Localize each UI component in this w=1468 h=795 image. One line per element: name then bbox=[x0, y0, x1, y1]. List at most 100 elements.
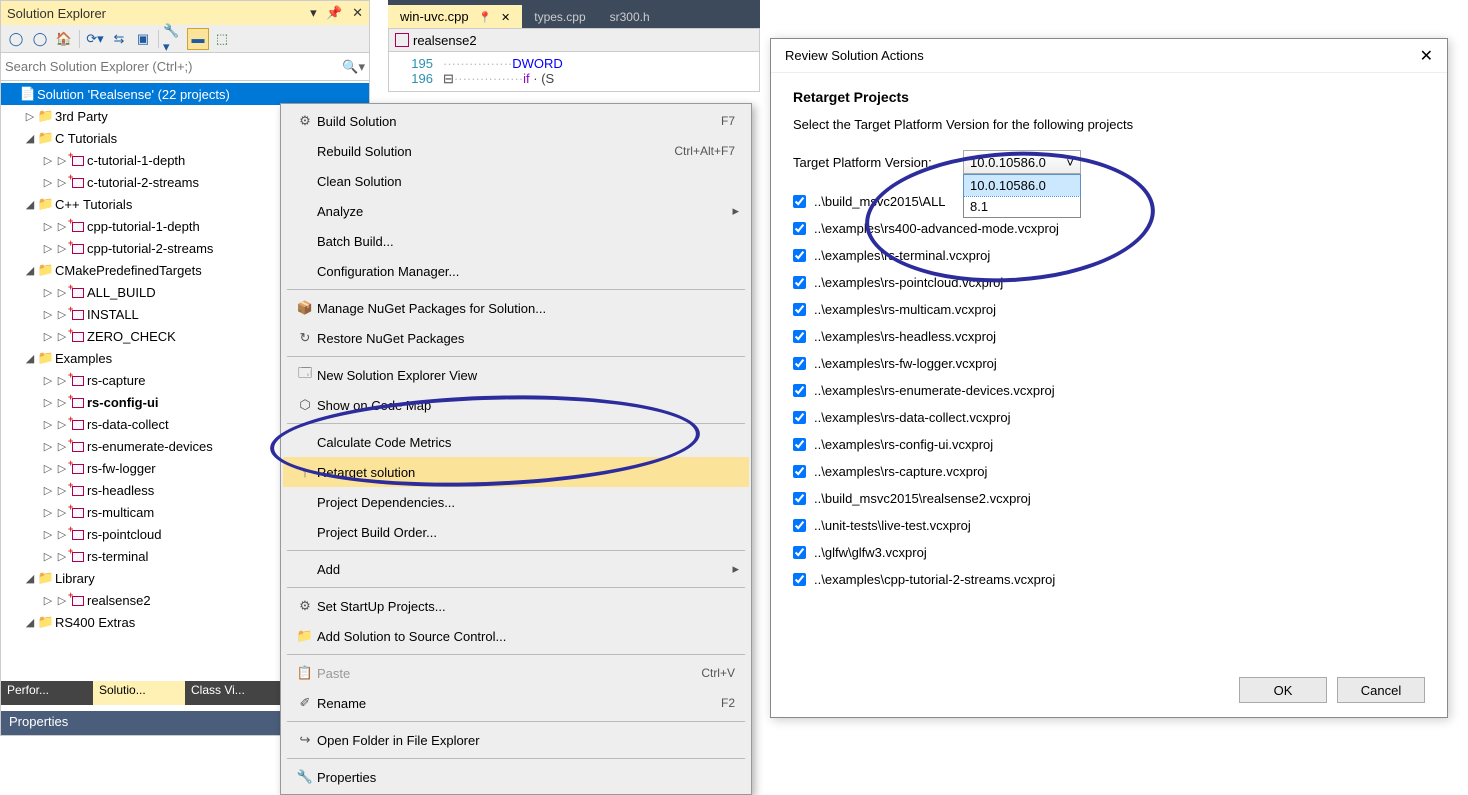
tpv-option[interactable]: 10.0.10586.0 bbox=[964, 175, 1080, 196]
expander-icon[interactable]: ▷ bbox=[41, 176, 55, 189]
project-checkbox[interactable] bbox=[793, 276, 806, 289]
head-expander[interactable]: ▷ bbox=[55, 506, 69, 519]
editor-tab-types[interactable]: types.cpp bbox=[522, 6, 597, 28]
tpv-select[interactable]: 10.0.10586.0 ˅ bbox=[963, 150, 1081, 174]
search-input[interactable] bbox=[5, 59, 342, 74]
menu-item[interactable]: ↑Retarget solution bbox=[283, 457, 749, 487]
expander-icon[interactable]: ▷ bbox=[41, 484, 55, 497]
menu-item[interactable]: ↪Open Folder in File Explorer bbox=[283, 725, 749, 755]
project-checkbox[interactable] bbox=[793, 411, 806, 424]
editor-tab-winuvc[interactable]: win-uvc.cpp 📍 ✕ bbox=[388, 5, 522, 28]
code-area[interactable]: 195 ················DWORD 196 ⊟·········… bbox=[388, 52, 760, 92]
expander-icon[interactable]: ▷ bbox=[41, 462, 55, 475]
ok-button[interactable]: OK bbox=[1239, 677, 1327, 703]
dropdown-icon[interactable]: ▾ bbox=[310, 5, 317, 20]
expander-icon[interactable]: ▷ bbox=[41, 374, 55, 387]
menu-item[interactable]: Calculate Code Metrics bbox=[283, 427, 749, 457]
head-expander[interactable]: ▷ bbox=[55, 528, 69, 541]
tab-classview[interactable]: Class Vi... bbox=[185, 681, 277, 705]
expander-icon[interactable]: ◢ bbox=[23, 198, 37, 211]
menu-item[interactable]: ↻Restore NuGet Packages bbox=[283, 323, 749, 353]
expander-icon[interactable]: ▷ bbox=[41, 528, 55, 541]
project-checkbox[interactable] bbox=[793, 330, 806, 343]
head-expander[interactable]: ▷ bbox=[55, 220, 69, 233]
menu-item[interactable]: 🗔New Solution Explorer View bbox=[283, 360, 749, 390]
refresh-icon[interactable]: ⟳▾ bbox=[84, 28, 106, 50]
tpv-option[interactable]: 8.1 bbox=[964, 196, 1080, 217]
wrench-icon[interactable]: 🔧▾ bbox=[163, 28, 185, 50]
menu-item[interactable]: 📦Manage NuGet Packages for Solution... bbox=[283, 293, 749, 323]
menu-item[interactable]: ⚙Build SolutionF7 bbox=[283, 106, 749, 136]
head-expander[interactable]: ▷ bbox=[55, 418, 69, 431]
collapse-icon[interactable]: ▣ bbox=[132, 28, 154, 50]
project-checkbox[interactable] bbox=[793, 573, 806, 586]
solution-root[interactable]: 📄 Solution 'Realsense' (22 projects) bbox=[1, 83, 369, 105]
menu-item[interactable]: ⬡Show on Code Map bbox=[283, 390, 749, 420]
menu-item[interactable]: ✐RenameF2 bbox=[283, 688, 749, 718]
head-expander[interactable]: ▷ bbox=[55, 330, 69, 343]
head-expander[interactable]: ▷ bbox=[55, 286, 69, 299]
head-expander[interactable]: ▷ bbox=[55, 242, 69, 255]
menu-item[interactable]: 📁Add Solution to Source Control... bbox=[283, 621, 749, 651]
forward-icon[interactable]: ◯ bbox=[29, 28, 51, 50]
menu-item[interactable]: Analyze▸ bbox=[283, 196, 749, 226]
search-icon[interactable]: 🔍▾ bbox=[342, 59, 365, 75]
project-checkbox[interactable] bbox=[793, 465, 806, 478]
menu-item[interactable]: 🔧Properties bbox=[283, 762, 749, 792]
head-expander[interactable]: ▷ bbox=[55, 396, 69, 409]
expander-icon[interactable]: ▷ bbox=[41, 308, 55, 321]
head-expander[interactable]: ▷ bbox=[55, 440, 69, 453]
expander-icon[interactable]: ◢ bbox=[23, 264, 37, 277]
expander-icon[interactable]: ◢ bbox=[23, 616, 37, 629]
tab-perf[interactable]: Perfor... bbox=[1, 681, 93, 705]
sync-icon[interactable]: ⇆ bbox=[108, 28, 130, 50]
expander-icon[interactable]: ▷ bbox=[41, 594, 55, 607]
expander-icon[interactable]: ▷ bbox=[41, 440, 55, 453]
expander-icon[interactable]: ▷ bbox=[41, 154, 55, 167]
expander-icon[interactable]: ▷ bbox=[41, 220, 55, 233]
menu-item[interactable]: Add▸ bbox=[283, 554, 749, 584]
expander-icon[interactable]: ▷ bbox=[41, 330, 55, 343]
cancel-button[interactable]: Cancel bbox=[1337, 677, 1425, 703]
pin-icon[interactable]: 📌 bbox=[326, 5, 342, 20]
project-checkbox[interactable] bbox=[793, 492, 806, 505]
project-checkbox[interactable] bbox=[793, 249, 806, 262]
tab-solution[interactable]: Solutio... bbox=[93, 681, 185, 705]
expander-icon[interactable]: ◢ bbox=[23, 132, 37, 145]
project-checkbox[interactable] bbox=[793, 303, 806, 316]
menu-item[interactable]: Clean Solution bbox=[283, 166, 749, 196]
project-checkbox[interactable] bbox=[793, 519, 806, 532]
menu-item[interactable]: Rebuild SolutionCtrl+Alt+F7 bbox=[283, 136, 749, 166]
project-checkbox[interactable] bbox=[793, 546, 806, 559]
menu-item[interactable]: Project Dependencies... bbox=[283, 487, 749, 517]
expander-icon[interactable]: ▷ bbox=[41, 242, 55, 255]
project-checkbox[interactable] bbox=[793, 195, 806, 208]
head-expander[interactable]: ▷ bbox=[55, 484, 69, 497]
close-icon[interactable]: ✕ bbox=[352, 5, 363, 20]
head-expander[interactable]: ▷ bbox=[55, 154, 69, 167]
close-icon[interactable]: ✕ bbox=[501, 12, 510, 24]
editor-breadcrumb[interactable]: realsense2 bbox=[388, 28, 760, 52]
expander-icon[interactable]: ▷ bbox=[41, 286, 55, 299]
expander-icon[interactable]: ▷ bbox=[23, 110, 37, 123]
expander-icon[interactable]: ◢ bbox=[23, 572, 37, 585]
home-icon[interactable]: 🏠 bbox=[53, 28, 75, 50]
editor-tab-sr300[interactable]: sr300.h bbox=[598, 6, 662, 28]
project-checkbox[interactable] bbox=[793, 222, 806, 235]
project-checkbox[interactable] bbox=[793, 384, 806, 397]
menu-item[interactable]: ⚙Set StartUp Projects... bbox=[283, 591, 749, 621]
expander-icon[interactable]: ◢ bbox=[23, 352, 37, 365]
head-expander[interactable]: ▷ bbox=[55, 594, 69, 607]
menu-item[interactable]: Project Build Order... bbox=[283, 517, 749, 547]
expander-icon[interactable]: ▷ bbox=[41, 550, 55, 563]
project-checkbox[interactable] bbox=[793, 357, 806, 370]
showall-icon[interactable]: ⬚ bbox=[211, 28, 233, 50]
head-expander[interactable]: ▷ bbox=[55, 308, 69, 321]
close-icon[interactable]: ✕ bbox=[1420, 46, 1433, 66]
preview-icon[interactable]: ▬ bbox=[187, 28, 209, 50]
head-expander[interactable]: ▷ bbox=[55, 374, 69, 387]
head-expander[interactable]: ▷ bbox=[55, 176, 69, 189]
head-expander[interactable]: ▷ bbox=[55, 462, 69, 475]
menu-item[interactable]: Configuration Manager... bbox=[283, 256, 749, 286]
solution-search[interactable]: 🔍▾ bbox=[1, 53, 369, 81]
